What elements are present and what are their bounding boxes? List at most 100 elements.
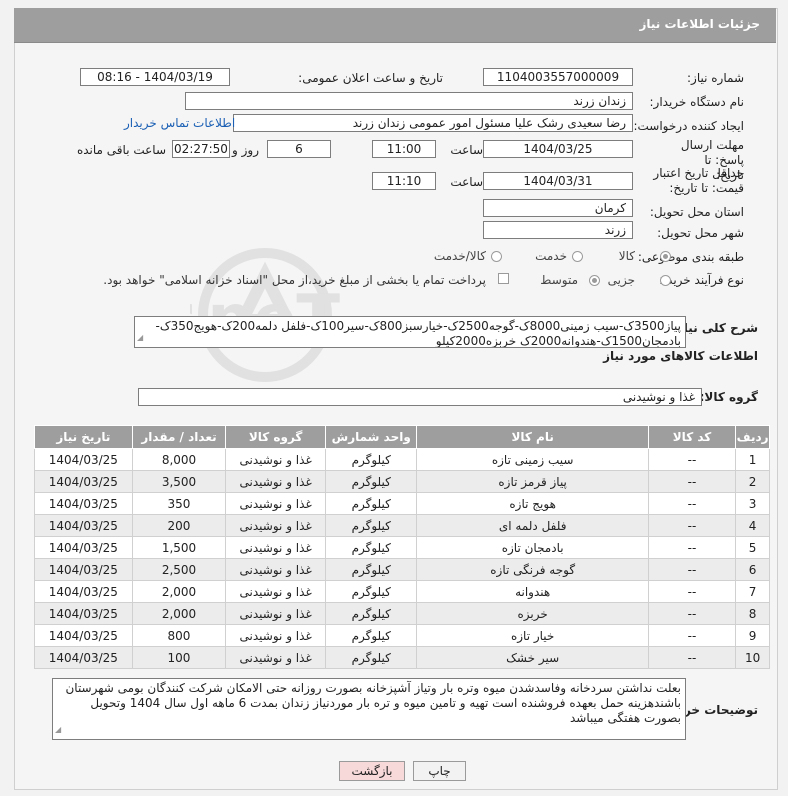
cell-item-name: گوجه فرنگی تازه	[416, 558, 649, 581]
category-service-radio[interactable]	[572, 251, 583, 262]
cell-row-number: 4	[735, 514, 770, 537]
description-text: پیاز3500ک-سیب زمینی8000ک-گوجه2500ک-خیارس…	[155, 319, 681, 348]
announce-datetime-field: 1404/03/19 - 08:16	[80, 68, 230, 86]
requester-field: رضا سعیدی رشک علیا مسئول امور عمومی زندا…	[233, 114, 633, 132]
cell-unit: کیلوگرم	[324, 492, 418, 515]
city-label: شهر محل تحویل:	[657, 226, 744, 240]
cell-item-code: --	[647, 492, 737, 515]
col-item-code: کد کالا	[647, 425, 737, 449]
page-title: جزئیات اطلاعات نیاز	[639, 17, 760, 31]
cell-quantity: 800	[131, 624, 227, 647]
col-unit: واحد شمارش	[324, 425, 418, 449]
cell-need-date: 1404/03/25	[34, 470, 133, 493]
goods-info-heading: اطلاعات کالاهای مورد نیاز	[603, 349, 758, 363]
reply-days-field: 6	[267, 140, 331, 158]
cell-item-code: --	[647, 470, 737, 493]
cell-item-code: --	[647, 536, 737, 559]
cell-goods-group: غذا و نوشیدنی	[225, 624, 326, 647]
need-number-field: 1104003557000009	[483, 68, 633, 86]
cell-quantity: 350	[131, 492, 227, 515]
cell-quantity: 200	[131, 514, 227, 537]
cell-item-name: هندوانه	[416, 580, 649, 603]
col-row-number: ردیف	[735, 425, 770, 449]
col-quantity: تعداد / مقدار	[131, 425, 227, 449]
cell-goods-group: غذا و نوشیدنی	[225, 646, 326, 669]
cell-row-number: 5	[735, 536, 770, 559]
category-goods-service-radio[interactable]	[491, 251, 502, 262]
table-row: 7 -- هندوانه کیلوگرم غذا و نوشیدنی 2,000 1404/…	[34, 580, 770, 603]
cell-item-name: سیر خشک	[416, 646, 649, 669]
cell-need-date: 1404/03/25	[34, 514, 133, 537]
description-textarea[interactable]: پیاز3500ک-سیب زمینی8000ک-گوجه2500ک-خیارس…	[134, 316, 686, 348]
cell-quantity: 1,500	[131, 536, 227, 559]
cell-item-name: هویج تازه	[416, 492, 649, 515]
cell-item-name: فلفل دلمه ای	[416, 514, 649, 537]
cell-need-date: 1404/03/25	[34, 492, 133, 515]
table-header-row: ردیف کد کالا نام کالا واحد شمارش گروه کا…	[34, 425, 770, 449]
resize-handle-icon[interactable]: ◢	[137, 330, 143, 345]
buyer-notes-textarea[interactable]: بعلت نداشتن سردخانه وفاسدشدن میوه وتره ب…	[52, 678, 686, 740]
cell-item-code: --	[647, 602, 737, 625]
cell-quantity: 3,500	[131, 470, 227, 493]
cell-goods-group: غذا و نوشیدنی	[225, 602, 326, 625]
cell-quantity: 2,000	[131, 602, 227, 625]
price-validity-label: حداقل تاریخ اعتبار قیمت: تا تاریخ:	[653, 166, 744, 195]
cell-unit: کیلوگرم	[324, 448, 418, 471]
cell-item-code: --	[647, 624, 737, 647]
cell-goods-group: غذا و نوشیدنی	[225, 470, 326, 493]
cell-unit: کیلوگرم	[324, 558, 418, 581]
cell-goods-group: غذا و نوشیدنی	[225, 536, 326, 559]
resize-handle-icon[interactable]: ◢	[55, 722, 61, 737]
table-row: 9 -- خیار تازه کیلوگرم غذا و نوشیدنی 800 1404/…	[34, 624, 770, 647]
cell-need-date: 1404/03/25	[34, 448, 133, 471]
days-and-label: روز و	[232, 143, 259, 157]
province-field: کرمان	[483, 199, 633, 217]
remaining-label: ساعت باقی مانده	[76, 143, 166, 157]
col-need-date: تاریخ نیاز	[34, 425, 133, 449]
back-button[interactable]: بازگشت	[339, 761, 405, 781]
reply-date-field: 1404/03/25	[483, 140, 633, 158]
category-goods-service-label: کالا/خدمت	[433, 249, 486, 263]
cell-unit: کیلوگرم	[324, 624, 418, 647]
items-table-body: 1 -- سیب زمینی تازه کیلوگرم غذا و نوشیدنی 8,0…	[34, 448, 770, 669]
cell-quantity: 2,500	[131, 558, 227, 581]
goods-group-label: گروه کالا:	[699, 390, 758, 404]
cell-goods-group: غذا و نوشیدنی	[225, 580, 326, 603]
cell-need-date: 1404/03/25	[34, 536, 133, 559]
table-row: 3 -- هویج تازه کیلوگرم غذا و نوشیدنی 350 1404/…	[34, 492, 770, 515]
cell-unit: کیلوگرم	[324, 514, 418, 537]
buyer-org-field: زندان زرند	[185, 92, 633, 110]
province-label: استان محل تحویل:	[649, 205, 744, 219]
col-item-name: نام کالا	[416, 425, 649, 449]
goods-group-field: غذا و نوشیدنی	[138, 388, 702, 406]
process-medium-radio[interactable]	[589, 275, 600, 286]
process-partial-radio[interactable]	[660, 275, 671, 286]
need-number-label: شماره نیاز:	[687, 71, 744, 85]
buyer-contact-link[interactable]: اطلاعات تماس خریدار	[124, 116, 235, 130]
treasury-payment-note: پرداخت تمام یا بخشی از مبلغ خرید،از محل …	[103, 273, 486, 287]
announce-datetime-label: تاریخ و ساعت اعلان عمومی:	[298, 71, 443, 85]
cell-unit: کیلوگرم	[324, 602, 418, 625]
cell-item-name: بادمجان تازه	[416, 536, 649, 559]
cell-row-number: 8	[735, 602, 770, 625]
table-row: 5 -- بادمجان تازه کیلوگرم غذا و نوشیدنی 1,500…	[34, 536, 770, 559]
cell-goods-group: غذا و نوشیدنی	[225, 448, 326, 471]
cell-item-name: خیار تازه	[416, 624, 649, 647]
reply-time-label: ساعت	[450, 143, 483, 157]
cell-row-number: 7	[735, 580, 770, 603]
page-header: جزئیات اطلاعات نیاز	[14, 8, 776, 43]
category-goods-radio[interactable]	[660, 251, 671, 262]
requester-label: ایجاد کننده درخواست:	[633, 119, 744, 133]
cell-row-number: 9	[735, 624, 770, 647]
cell-item-name: خربزه	[416, 602, 649, 625]
validity-date-field: 1404/03/31	[483, 172, 633, 190]
treasury-payment-checkbox[interactable]	[498, 273, 509, 284]
cell-unit: کیلوگرم	[324, 536, 418, 559]
cell-row-number: 1	[735, 448, 770, 471]
table-row: 6 -- گوجه فرنگی تازه کیلوگرم غذا و نوشیدنی 2,…	[34, 558, 770, 581]
table-row: 10 -- سیر خشک کیلوگرم غذا و نوشیدنی 100 1404/0…	[34, 646, 770, 669]
items-table: ردیف کد کالا نام کالا واحد شمارش گروه کا…	[34, 425, 770, 669]
cell-need-date: 1404/03/25	[34, 602, 133, 625]
buyer-org-label: نام دستگاه خریدار:	[649, 95, 745, 109]
print-button[interactable]: چاپ	[413, 761, 466, 781]
